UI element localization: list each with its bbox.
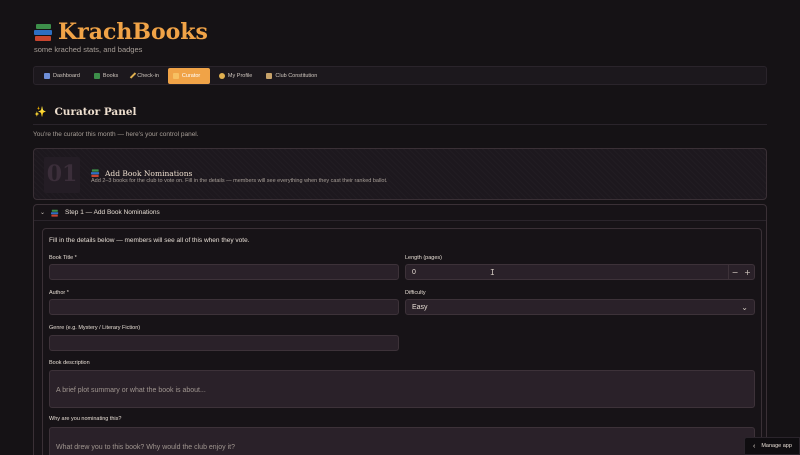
why-placeholder: What drew you to this book? Why would th… xyxy=(56,444,235,451)
tab-club-constitution[interactable]: Club Constitution xyxy=(261,68,322,83)
tab-label: My Profile xyxy=(227,72,253,79)
difficulty-label: Difficulty xyxy=(405,290,426,296)
difficulty-select[interactable]: Easy ⌄ xyxy=(405,299,755,315)
divider xyxy=(33,124,767,125)
manage-app-button[interactable]: ‹ Manage app xyxy=(744,437,800,455)
medal-icon xyxy=(218,72,225,79)
book-title-input[interactable] xyxy=(49,264,399,280)
app-subtitle: some krached stats, and badges xyxy=(34,45,143,54)
books-icon xyxy=(51,209,59,217)
app-title-text: KrachBooks xyxy=(58,19,208,45)
tab-label: Check-in xyxy=(137,72,159,79)
book-title-label: Book Title * xyxy=(49,255,77,261)
why-textarea[interactable]: What drew you to this book? Why would th… xyxy=(49,427,755,455)
genre-input[interactable] xyxy=(49,335,399,351)
length-label: Length (pages) xyxy=(405,255,442,261)
sparkle-icon: ✨ xyxy=(34,106,47,118)
length-value: 0 xyxy=(412,268,416,276)
description-placeholder: A brief plot summary or what the book is… xyxy=(56,387,206,394)
expander-header[interactable]: ⌄ Step 1 — Add Book Nominations xyxy=(34,205,766,221)
step-1-expander: ⌄ Step 1 — Add Book Nominations Fill in … xyxy=(33,204,767,455)
nomination-form: Fill in the details below — members will… xyxy=(42,228,762,455)
decrement-button[interactable]: − xyxy=(728,265,741,279)
tab-label: Dashboard xyxy=(53,72,80,79)
page-title: ✨ Curator Panel xyxy=(34,106,137,118)
tab-curator[interactable]: Curator xyxy=(167,67,210,84)
tab-books[interactable]: Books xyxy=(89,68,123,83)
description-label: Book description xyxy=(49,360,90,366)
step-banner: 01 Add Book Nominations Add 2–3 books fo… xyxy=(33,148,767,200)
genre-label: Genre (e.g. Mystery / Literary Fiction) xyxy=(49,325,141,331)
form-intro: Fill in the details below — members will… xyxy=(49,237,250,244)
books-icon xyxy=(93,72,100,79)
chevron-down-icon: ⌄ xyxy=(741,302,748,312)
tab-check-in[interactable]: Check-in xyxy=(127,68,164,83)
chevron-left-icon: ‹ xyxy=(753,442,756,450)
app-title: KrachBooks xyxy=(34,19,208,45)
text-cursor-icon: I xyxy=(490,267,495,277)
description-textarea[interactable]: A brief plot summary or what the book is… xyxy=(49,370,755,408)
length-stepper[interactable]: 0 I − + xyxy=(405,264,755,280)
scroll-icon xyxy=(266,72,273,79)
manage-app-label: Manage app xyxy=(761,443,792,449)
main-nav: Dashboard Books Check-in Curator My Prof… xyxy=(33,66,767,85)
author-label: Author * xyxy=(49,290,69,296)
increment-button[interactable]: + xyxy=(741,265,754,279)
panel-intro: You're the curator this month — here's y… xyxy=(33,131,199,138)
bar-chart-icon xyxy=(44,72,50,79)
step-number: 01 xyxy=(46,161,78,187)
star-icon xyxy=(172,72,179,79)
author-input[interactable] xyxy=(49,299,399,315)
why-label: Why are you nominating this? xyxy=(49,416,122,422)
step-title-text: Add Book Nominations xyxy=(105,168,193,178)
books-icon xyxy=(91,169,100,178)
tab-my-profile[interactable]: My Profile xyxy=(214,68,257,83)
expander-title: Step 1 — Add Book Nominations xyxy=(65,209,160,216)
tab-dashboard[interactable]: Dashboard xyxy=(39,68,85,83)
pencil-icon xyxy=(130,72,137,79)
page-title-text: Curator Panel xyxy=(54,106,137,118)
tab-label: Books xyxy=(102,72,119,79)
step-description: Add 2–3 books for the club to vote on. F… xyxy=(91,178,388,184)
difficulty-value: Easy xyxy=(412,303,428,311)
tab-label: Club Constitution xyxy=(275,72,318,79)
books-icon xyxy=(34,23,52,41)
tab-label: Curator xyxy=(181,72,201,79)
chevron-down-icon: ⌄ xyxy=(40,210,46,216)
